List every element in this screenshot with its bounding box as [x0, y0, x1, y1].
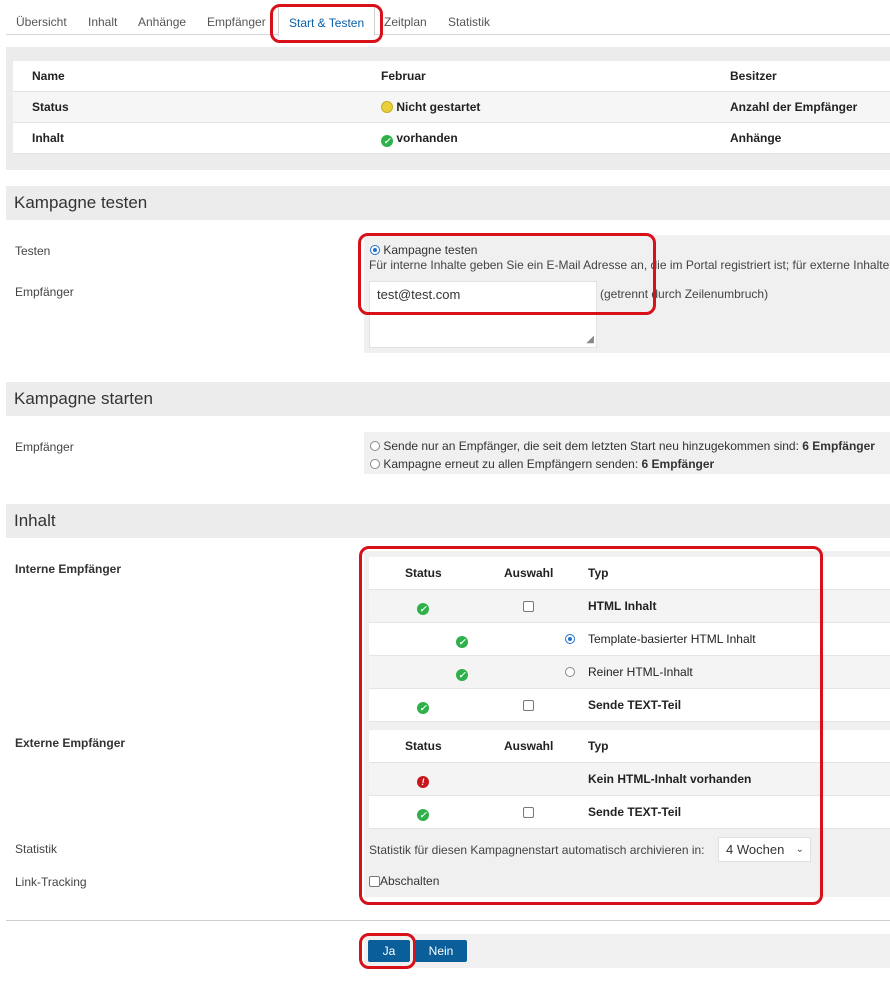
summary-header-name: Name [32, 69, 65, 83]
extern-text-label: Sende TEXT-Teil [588, 805, 682, 819]
intern-table: Status Auswahl Typ ✓ HTML Inhalt ✓ Templ… [369, 557, 890, 722]
start-new-radio[interactable] [370, 441, 380, 451]
extern-table: Status Auswahl Typ ! Kein HTML-Inhalt vo… [369, 730, 890, 829]
summary-status-value: Nicht gestartet [381, 92, 480, 123]
table-row: ✓ Reiner HTML-Inhalt [369, 656, 890, 689]
template-html-radio[interactable] [565, 634, 575, 644]
divider [6, 920, 890, 921]
table-row: ! Kein HTML-Inhalt vorhanden [369, 763, 890, 796]
pending-status-icon [381, 101, 393, 113]
test-panel: Kampagne testen Für interne Inhalte gebe… [364, 235, 890, 353]
test-label: Testen [15, 244, 51, 258]
pure-html-radio[interactable] [565, 667, 575, 677]
test-campaign-radio[interactable] [370, 245, 380, 255]
no-button[interactable]: Nein [415, 940, 467, 962]
summary-status-row: Status Nicht gestartet Anzahl der Empfän… [13, 92, 890, 123]
statistik-label: Statistik [15, 842, 58, 856]
no-html-label: Kein HTML-Inhalt vorhanden [588, 772, 752, 786]
table-row: ✓ Sende TEXT-Teil [369, 689, 890, 722]
summary-header-month: Februar [381, 69, 426, 83]
html-content-label: HTML Inhalt [588, 599, 657, 613]
summary-header-row: Name Februar Besitzer [13, 61, 890, 92]
summary-content-row: Inhalt ✓ vorhanden Anhänge [13, 123, 890, 154]
table-row: ✓ HTML Inhalt [369, 590, 890, 623]
chevron-down-icon: ⌄ [795, 844, 804, 855]
section-test-title: Kampagne testen [6, 186, 890, 220]
statistik-select[interactable]: 4 Wochen ⌄ [718, 837, 811, 862]
start-option-all: Kampagne erneut zu allen Empfängern send… [370, 457, 714, 471]
intern-text-checkbox[interactable] [523, 700, 534, 711]
summary-content-value: ✓ vorhanden [381, 123, 458, 154]
section-start-title: Kampagne starten [6, 382, 890, 416]
tab-inhalt[interactable]: Inhalt [88, 6, 117, 34]
campaign-summary: Name Februar Besitzer Status Nicht gesta… [6, 47, 890, 170]
check-icon: ✓ [417, 809, 429, 821]
statistik-text: Statistik für diesen Kampagnenstart auto… [369, 843, 705, 857]
intern-header-row: Status Auswahl Typ [369, 557, 890, 590]
check-icon: ✓ [417, 702, 429, 714]
summary-header-owner: Besitzer [730, 69, 777, 83]
linktracking-label: Link-Tracking [15, 875, 87, 889]
extern-header-row: Status Auswahl Typ [369, 730, 890, 763]
check-icon: ✓ [381, 135, 393, 147]
error-icon: ! [417, 776, 429, 788]
summary-attachments-label: Anhänge [730, 131, 782, 145]
tab-start-testen[interactable]: Start & Testen [278, 6, 376, 36]
summary-recipients-count-label: Anzahl der Empfänger [730, 100, 858, 114]
summary-status-label: Status [32, 100, 69, 114]
tab-uebersicht[interactable]: Übersicht [16, 6, 67, 34]
test-campaign-radio-label: Kampagne testen [383, 243, 478, 257]
intern-text-label: Sende TEXT-Teil [588, 698, 682, 712]
test-separator-note: (getrennt durch Zeilenumbruch) [600, 287, 769, 301]
linktracking-row: Abschalten [369, 874, 439, 888]
extern-text-checkbox[interactable] [523, 807, 534, 818]
pure-html-label: Reiner HTML-Inhalt [588, 665, 693, 679]
tab-empfaenger[interactable]: Empfänger [207, 6, 266, 34]
summary-content-label: Inhalt [32, 131, 64, 145]
resize-handle-icon[interactable]: ◢ [586, 335, 594, 345]
start-panel: Sende nur an Empfänger, die seit dem let… [364, 432, 890, 474]
table-row: ✓ Template-basierter HTML Inhalt [369, 623, 890, 656]
test-email-textarea[interactable]: test@test.com ◢ [369, 281, 597, 348]
extern-label: Externe Empfänger [15, 736, 126, 750]
check-icon: ✓ [417, 603, 429, 615]
test-recipients-label: Empfänger [15, 285, 74, 299]
linktracking-checkbox[interactable] [369, 876, 380, 887]
table-row: ✓ Sende TEXT-Teil [369, 796, 890, 829]
start-all-radio[interactable] [370, 459, 380, 469]
tab-zeitplan[interactable]: Zeitplan [384, 6, 427, 34]
yes-button[interactable]: Ja [368, 940, 410, 962]
test-hint: Für interne Inhalte geben Sie ein E-Mail… [369, 258, 890, 272]
check-icon: ✓ [456, 636, 468, 648]
start-recipients-label: Empfänger [15, 440, 74, 454]
section-content-title: Inhalt [6, 504, 890, 538]
tab-anhaenge[interactable]: Anhänge [138, 6, 186, 34]
intern-label: Interne Empfänger [15, 562, 122, 576]
template-html-label: Template-basierter HTML Inhalt [588, 632, 756, 646]
test-email-value: test@test.com [377, 287, 461, 302]
tab-bar: Übersicht Inhalt Anhänge Empfänger Start… [6, 6, 890, 36]
tab-statistik[interactable]: Statistik [448, 6, 490, 34]
test-radio-row: Kampagne testen [370, 243, 477, 257]
start-option-new: Sende nur an Empfänger, die seit dem let… [370, 439, 875, 453]
check-icon: ✓ [456, 669, 468, 681]
html-content-checkbox[interactable] [523, 601, 534, 612]
